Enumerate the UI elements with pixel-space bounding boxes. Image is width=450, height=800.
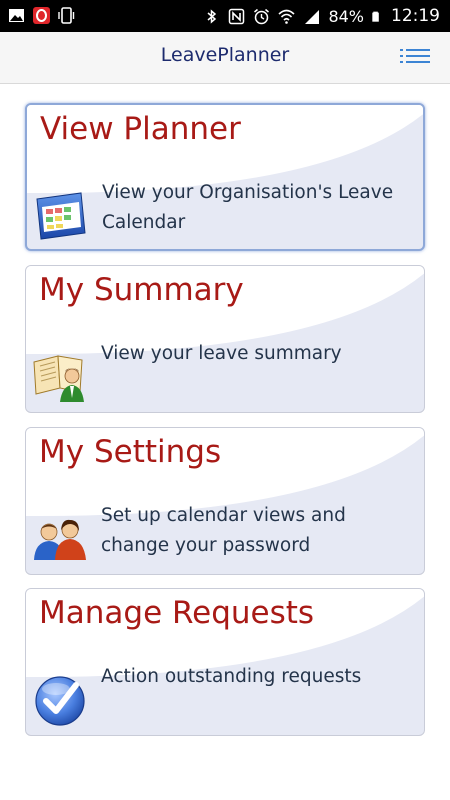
list-menu-icon[interactable] <box>400 46 430 70</box>
view-planner-card[interactable]: View Planner View your Organisation's Le… <box>25 103 425 251</box>
signal-icon <box>305 9 320 24</box>
calendar-icon <box>36 192 86 240</box>
battery-percent: 84% <box>328 6 364 26</box>
card-description: View your Organisation's Leave Calendar <box>102 182 394 233</box>
gallery-icon <box>9 9 24 22</box>
nfc-icon <box>229 8 245 24</box>
battery-icon <box>372 11 379 22</box>
card-title: My Settings <box>39 434 222 470</box>
status-bar: 84% 12:19 <box>0 0 450 32</box>
bluetooth-icon <box>207 8 217 24</box>
wifi-icon <box>278 9 295 24</box>
phone-vibrate-icon <box>58 7 75 24</box>
card-title: My Summary <box>39 272 244 308</box>
users-icon <box>34 519 86 560</box>
manage-requests-card[interactable]: Manage Requests Action outstanding reque… <box>25 588 425 736</box>
my-summary-card[interactable]: My Summary View your leave summary <box>25 265 425 413</box>
status-bar-system: 84% 12:19 <box>203 0 440 32</box>
opera-mini-icon <box>33 7 50 24</box>
card-description: Action outstanding requests <box>101 666 362 687</box>
clock: 12:19 <box>391 6 440 26</box>
card-title: Manage Requests <box>39 595 315 631</box>
summary-book-person-icon <box>33 355 84 402</box>
app-title: LeavePlanner <box>160 44 290 66</box>
my-settings-card[interactable]: My Settings Set up calendar views and ch… <box>25 427 425 575</box>
card-description: Set up calendar views and change your pa… <box>101 505 346 556</box>
card-title: View Planner <box>40 111 241 147</box>
status-bar-notifications <box>8 7 75 24</box>
checkmark-icon <box>35 676 85 726</box>
app-bar: LeavePlanner <box>0 32 450 84</box>
alarm-icon <box>254 8 270 24</box>
card-description: View your leave summary <box>101 343 342 364</box>
